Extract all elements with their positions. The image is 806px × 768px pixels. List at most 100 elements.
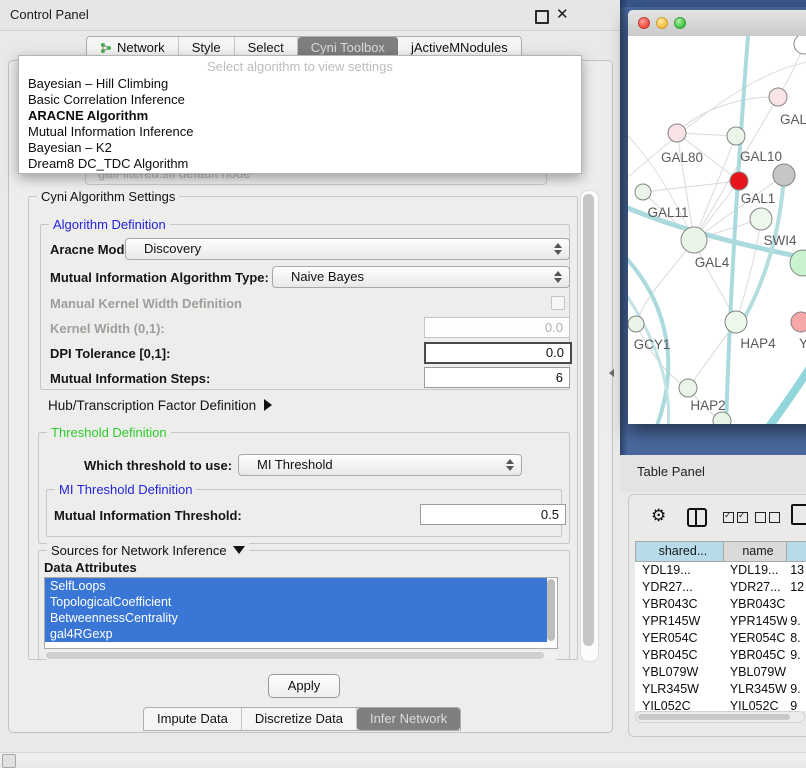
settings-scrollbar[interactable] bbox=[580, 190, 599, 662]
table-row[interactable]: YIL052CYIL052C9 bbox=[635, 698, 806, 711]
network-node[interactable] bbox=[730, 172, 748, 190]
attributes-scrollbar-thumb[interactable] bbox=[547, 579, 555, 641]
hub-factor-expander[interactable]: Hub/Transcription Factor Definition bbox=[48, 398, 272, 413]
minimized-panel-icon[interactable] bbox=[2, 754, 16, 768]
tab-impute-data[interactable]: Impute Data bbox=[144, 708, 242, 730]
table-cell: YBR045C bbox=[635, 647, 724, 664]
tab-label: Discretize Data bbox=[255, 708, 343, 730]
network-graph: GAL7GAL80GAL10GAL11GAL1SWI4GAL4GCY1HAP4Y… bbox=[628, 36, 806, 424]
algorithm-option[interactable]: Dream8 DC_TDC Algorithm bbox=[19, 156, 581, 172]
table-hscrollbar[interactable] bbox=[635, 711, 805, 723]
panel-collapse-icon[interactable] bbox=[609, 369, 614, 377]
network-node-gal10[interactable] bbox=[727, 127, 745, 145]
manual-kernel-label: Manual Kernel Width Definition bbox=[50, 296, 242, 311]
tab-discretize-data[interactable]: Discretize Data bbox=[242, 708, 357, 730]
network-node-gal80[interactable] bbox=[668, 124, 686, 142]
network-node-hap2[interactable] bbox=[679, 379, 697, 397]
attribute-item[interactable]: gal4RGexp bbox=[45, 626, 547, 642]
network-view-window: GAL7GAL80GAL10GAL11GAL1SWI4GAL4GCY1HAP4Y… bbox=[628, 10, 806, 424]
network-edge[interactable] bbox=[677, 97, 778, 133]
algorithm-option[interactable]: ARACNE Algorithm bbox=[19, 108, 581, 124]
attribute-item[interactable]: BetweennessCentrality bbox=[45, 610, 547, 626]
network-node[interactable] bbox=[773, 164, 795, 186]
float-window-icon[interactable] bbox=[535, 10, 549, 24]
window-shadow bbox=[620, 0, 628, 455]
network-edge[interactable] bbox=[643, 181, 739, 192]
network-node-gal7[interactable] bbox=[769, 88, 787, 106]
mi-type-label: Mutual Information Algorithm Type: bbox=[50, 270, 269, 285]
column-header[interactable]: shared... bbox=[635, 541, 724, 562]
algorithm-option[interactable]: Bayesian – K2 bbox=[19, 140, 581, 156]
table-row[interactable]: YDR27...YDR27...12 bbox=[635, 579, 806, 596]
node-label: GAL4 bbox=[695, 255, 730, 270]
table-panel-titlebar: Table Panel bbox=[620, 455, 806, 492]
table-cell: YPR145W bbox=[724, 613, 787, 630]
node-label: Y bbox=[799, 336, 806, 351]
select-all-checkboxes-icon[interactable] bbox=[723, 512, 748, 523]
table-cell: 12 bbox=[787, 579, 806, 596]
node-label: GAL80 bbox=[661, 150, 703, 165]
close-icon[interactable]: ✕ bbox=[556, 5, 569, 23]
tab-infer-network[interactable]: Infer Network bbox=[357, 708, 460, 730]
table-row[interactable]: YBL079WYBL079W bbox=[635, 664, 806, 681]
algorithm-option[interactable]: Mutual Information Inference bbox=[19, 124, 581, 140]
network-node-hap4[interactable] bbox=[725, 311, 747, 333]
algorithm-option[interactable]: Basic Correlation Inference bbox=[19, 92, 581, 108]
close-traffic-light-icon[interactable] bbox=[638, 17, 650, 29]
table-cell: YPR145W bbox=[635, 613, 724, 630]
network-node[interactable] bbox=[794, 36, 806, 54]
attributes-hscrollbar[interactable] bbox=[44, 651, 558, 660]
table-hscrollbar-thumb[interactable] bbox=[638, 714, 790, 720]
network-window-titlebar[interactable] bbox=[628, 10, 806, 37]
column-header[interactable] bbox=[787, 541, 806, 562]
table-row[interactable]: YBR043CYBR043C bbox=[635, 596, 806, 613]
node-label: GAL10 bbox=[740, 149, 782, 164]
sources-expander[interactable]: Sources for Network Inference bbox=[47, 543, 249, 558]
table-row[interactable]: YLR345WYLR345W9. bbox=[635, 681, 806, 698]
table-row[interactable]: YPR145WYPR145W9. bbox=[635, 613, 806, 630]
table-cell bbox=[787, 664, 806, 681]
attribute-item[interactable]: TopologicalCoefficient bbox=[45, 594, 547, 610]
tab-label: Impute Data bbox=[157, 708, 228, 730]
mi-type-select[interactable]: Naive Bayes bbox=[272, 266, 570, 288]
expander-down-icon bbox=[233, 546, 245, 554]
export-table-icon[interactable] bbox=[791, 504, 806, 525]
mi-steps-field[interactable]: 6 bbox=[424, 367, 570, 388]
network-node-gal11[interactable] bbox=[635, 184, 651, 200]
aracne-mode-select[interactable]: Discovery bbox=[125, 238, 570, 260]
stepper-up-icon bbox=[554, 271, 562, 276]
dpi-tolerance-field[interactable]: 0.0 bbox=[424, 342, 572, 364]
mi-threshold-field[interactable]: 0.5 bbox=[420, 504, 566, 525]
table-cell: YIL052C bbox=[724, 698, 787, 711]
apply-button[interactable]: Apply bbox=[268, 674, 340, 698]
network-node-y[interactable] bbox=[791, 312, 806, 332]
column-header[interactable]: name bbox=[724, 541, 787, 562]
table-cell bbox=[787, 596, 806, 613]
settings-scrollbar-thumb[interactable] bbox=[583, 194, 594, 646]
table-row[interactable]: YDL19...YDL19...13 bbox=[635, 562, 806, 579]
node-label: GAL11 bbox=[647, 205, 688, 220]
attribute-item[interactable]: SelfLoops bbox=[45, 578, 547, 594]
attributes-hscrollbar-thumb[interactable] bbox=[46, 652, 544, 659]
network-edge[interactable] bbox=[636, 324, 688, 388]
table-row[interactable]: YER054CYER054C8. bbox=[635, 630, 806, 647]
deselect-all-checkboxes-icon[interactable] bbox=[755, 512, 780, 523]
which-threshold-select[interactable]: MI Threshold bbox=[238, 454, 522, 476]
network-node-gal1[interactable] bbox=[750, 208, 772, 230]
kernel-width-field[interactable]: 0.0 bbox=[424, 317, 570, 338]
network-node-gal4[interactable] bbox=[681, 227, 707, 253]
minimize-traffic-light-icon[interactable] bbox=[656, 17, 668, 29]
gear-icon[interactable]: ⚙ bbox=[651, 506, 666, 526]
manual-kernel-checkbox[interactable] bbox=[551, 296, 565, 310]
data-attributes-list[interactable]: SelfLoopsTopologicalCoefficientBetweenne… bbox=[44, 577, 558, 649]
table-cell: 9 bbox=[787, 698, 806, 711]
network-canvas[interactable]: GAL7GAL80GAL10GAL11GAL1SWI4GAL4GCY1HAP4Y… bbox=[628, 36, 806, 424]
table-row[interactable]: YBR045CYBR045C9. bbox=[635, 647, 806, 664]
columns-icon[interactable] bbox=[687, 508, 707, 527]
table-cell: 8. bbox=[787, 630, 806, 647]
network-edge[interactable] bbox=[726, 36, 748, 424]
algorithm-option[interactable]: Bayesian – Hill Climbing bbox=[19, 76, 581, 92]
network-node-gcy1[interactable] bbox=[628, 316, 644, 332]
kernel-width-label: Kernel Width (0,1): bbox=[50, 321, 165, 336]
zoom-traffic-light-icon[interactable] bbox=[674, 17, 686, 29]
